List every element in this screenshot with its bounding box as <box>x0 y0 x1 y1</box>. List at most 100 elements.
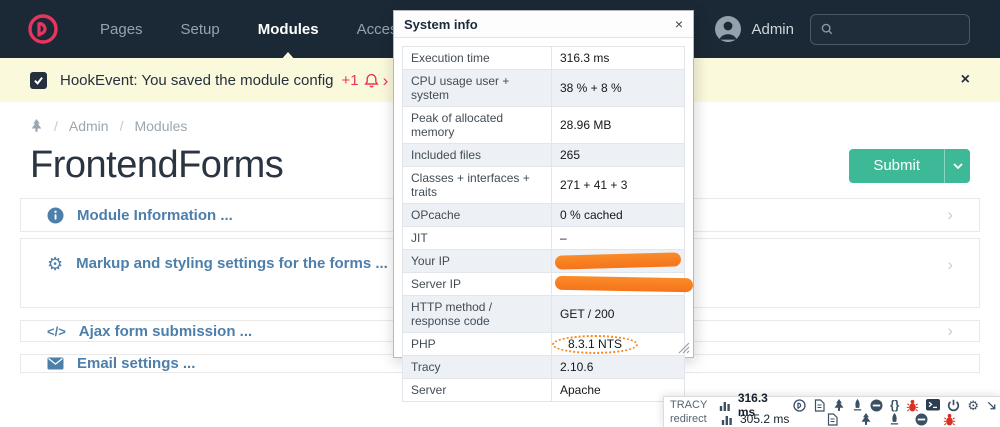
tracy-row-main: TRACY 316.3 ms {} ⚙ <box>670 391 997 419</box>
submit-dropdown-button[interactable] <box>944 148 970 183</box>
system-info-panel: System info × Execution time 316.3 ms CPU… <box>393 10 694 402</box>
row-value: 265 <box>560 148 581 162</box>
row-value: 0 % cached <box>560 208 623 222</box>
row-label: Execution time <box>402 46 552 70</box>
navbar-right: Admin <box>715 13 970 45</box>
code-icon: </> <box>47 323 66 339</box>
row-label: OPcache <box>402 203 552 227</box>
section-label: Email settings ... <box>77 355 196 372</box>
section-label: Markup and styling settings for the form… <box>76 255 388 272</box>
panel-close-icon[interactable]: × <box>675 17 683 31</box>
nav-item-setup[interactable]: Setup <box>181 21 220 38</box>
collapse-icon[interactable] <box>986 400 997 411</box>
tracy-label[interactable]: redirect <box>670 413 714 425</box>
row-label: Tracy <box>402 355 552 379</box>
submit-button[interactable]: Submit <box>849 148 944 183</box>
table-row: Your IP <box>402 249 685 273</box>
bug-icon[interactable] <box>943 413 956 426</box>
row-label: Peak of allocated memory <box>402 106 552 144</box>
annotation-circle: 8.3.1 NTS <box>552 335 639 354</box>
no-entry-icon[interactable] <box>870 399 883 412</box>
file-icon[interactable] <box>826 412 839 426</box>
table-row: Server Apache <box>402 378 685 402</box>
table-row: Execution time 316.3 ms <box>402 46 685 70</box>
row-value: Apache <box>560 383 601 397</box>
breadcrumb-modules[interactable]: Modules <box>134 118 187 134</box>
row-label: Server <box>402 378 552 402</box>
row-value: 316.3 ms <box>560 51 610 65</box>
table-row: OPcache 0 % cached <box>402 203 685 227</box>
table-row: CPU usage user + system 38 % + 8 % <box>402 69 685 107</box>
execution-time[interactable]: 305.2 ms <box>740 412 789 426</box>
notification-count[interactable]: +1 <box>342 72 359 89</box>
row-label: HTTP method / response code <box>402 295 552 333</box>
page-title: FrontendForms <box>30 144 284 186</box>
avatar-icon <box>715 16 742 42</box>
notification-chevron-icon[interactable]: › <box>383 72 389 89</box>
table-row: Classes + interfaces + traits 271 + 41 + … <box>402 166 685 204</box>
resize-handle-icon[interactable] <box>678 342 690 354</box>
tree-icon[interactable] <box>30 119 43 133</box>
row-label: Server IP <box>402 272 552 296</box>
notification-message[interactable]: HookEvent: You saved the module config <box>60 72 334 89</box>
redaction-scribble <box>554 275 694 293</box>
row-label: Your IP <box>402 249 552 273</box>
rocket-icon[interactable] <box>889 412 900 426</box>
chevron-right-icon: › <box>947 321 953 340</box>
row-label: Included files <box>402 143 552 167</box>
table-row: HTTP method / response code GET / 200 <box>402 295 685 333</box>
nav-item-modules[interactable]: Modules <box>258 21 319 38</box>
row-value: 28.96 MB <box>560 118 612 132</box>
checkbox-icon <box>30 71 47 89</box>
section-label: Ajax form submission ... <box>78 322 253 340</box>
system-info-panel-header[interactable]: System info × <box>394 11 693 38</box>
bar-chart-icon[interactable] <box>719 399 731 411</box>
breadcrumb-separator: / <box>54 118 58 134</box>
tree-icon[interactable] <box>860 412 872 426</box>
row-value: GET / 200 <box>560 307 615 321</box>
redaction-scribble <box>554 252 682 270</box>
gear-icon[interactable]: ⚙ <box>967 399 979 412</box>
breadcrumb-separator: / <box>119 118 124 134</box>
notification-close-icon[interactable]: × <box>961 71 970 89</box>
rocket-icon[interactable] <box>852 398 863 412</box>
table-row: Tracy 2.10.6 <box>402 355 685 379</box>
breadcrumb-admin[interactable]: Admin <box>69 118 109 134</box>
tree-icon[interactable] <box>833 398 845 412</box>
bar-chart-icon[interactable] <box>721 413 733 425</box>
power-icon[interactable] <box>947 399 960 412</box>
search-input[interactable] <box>840 21 959 37</box>
main-nav: Pages Setup Modules Access <box>100 21 405 38</box>
braces-icon[interactable]: {} <box>890 398 899 412</box>
search-icon <box>821 23 833 35</box>
tracy-row-redirect: redirect 305.2 ms <box>670 412 997 426</box>
table-row: Peak of allocated memory 28.96 MB <box>402 106 685 144</box>
processwire-logo-icon <box>28 14 58 44</box>
chevron-right-icon: › <box>947 255 953 274</box>
tracy-label[interactable]: TRACY <box>670 399 712 411</box>
row-value: 2.10.6 <box>560 360 594 374</box>
info-icon <box>47 207 64 224</box>
row-value: 271 + 41 + 3 <box>560 178 628 192</box>
table-row: JIT – <box>402 226 685 250</box>
table-row: PHP 8.3.1 NTS <box>402 332 685 356</box>
processwire-icon[interactable] <box>793 398 806 412</box>
section-label: Module Information ... <box>77 206 233 224</box>
terminal-icon[interactable] <box>926 399 941 411</box>
bug-icon[interactable] <box>906 399 919 412</box>
gear-icon: ⚙ <box>47 254 64 274</box>
system-info-table: Execution time 316.3 ms CPU usage user + … <box>402 46 694 402</box>
no-entry-icon[interactable] <box>915 413 928 426</box>
table-row: Server IP <box>402 272 694 296</box>
bell-icon[interactable] <box>364 73 379 88</box>
row-value: – <box>560 231 567 245</box>
user-menu[interactable]: Admin <box>715 16 794 42</box>
search-box[interactable] <box>810 13 970 45</box>
file-icon[interactable] <box>813 398 826 412</box>
submit-button-group: Submit <box>849 148 970 183</box>
chevron-right-icon: › <box>947 205 953 224</box>
nav-item-pages[interactable]: Pages <box>100 21 143 38</box>
row-value: 38 % + 8 % <box>560 81 622 95</box>
row-label: PHP <box>402 332 552 356</box>
processwire-logo[interactable] <box>26 12 60 46</box>
